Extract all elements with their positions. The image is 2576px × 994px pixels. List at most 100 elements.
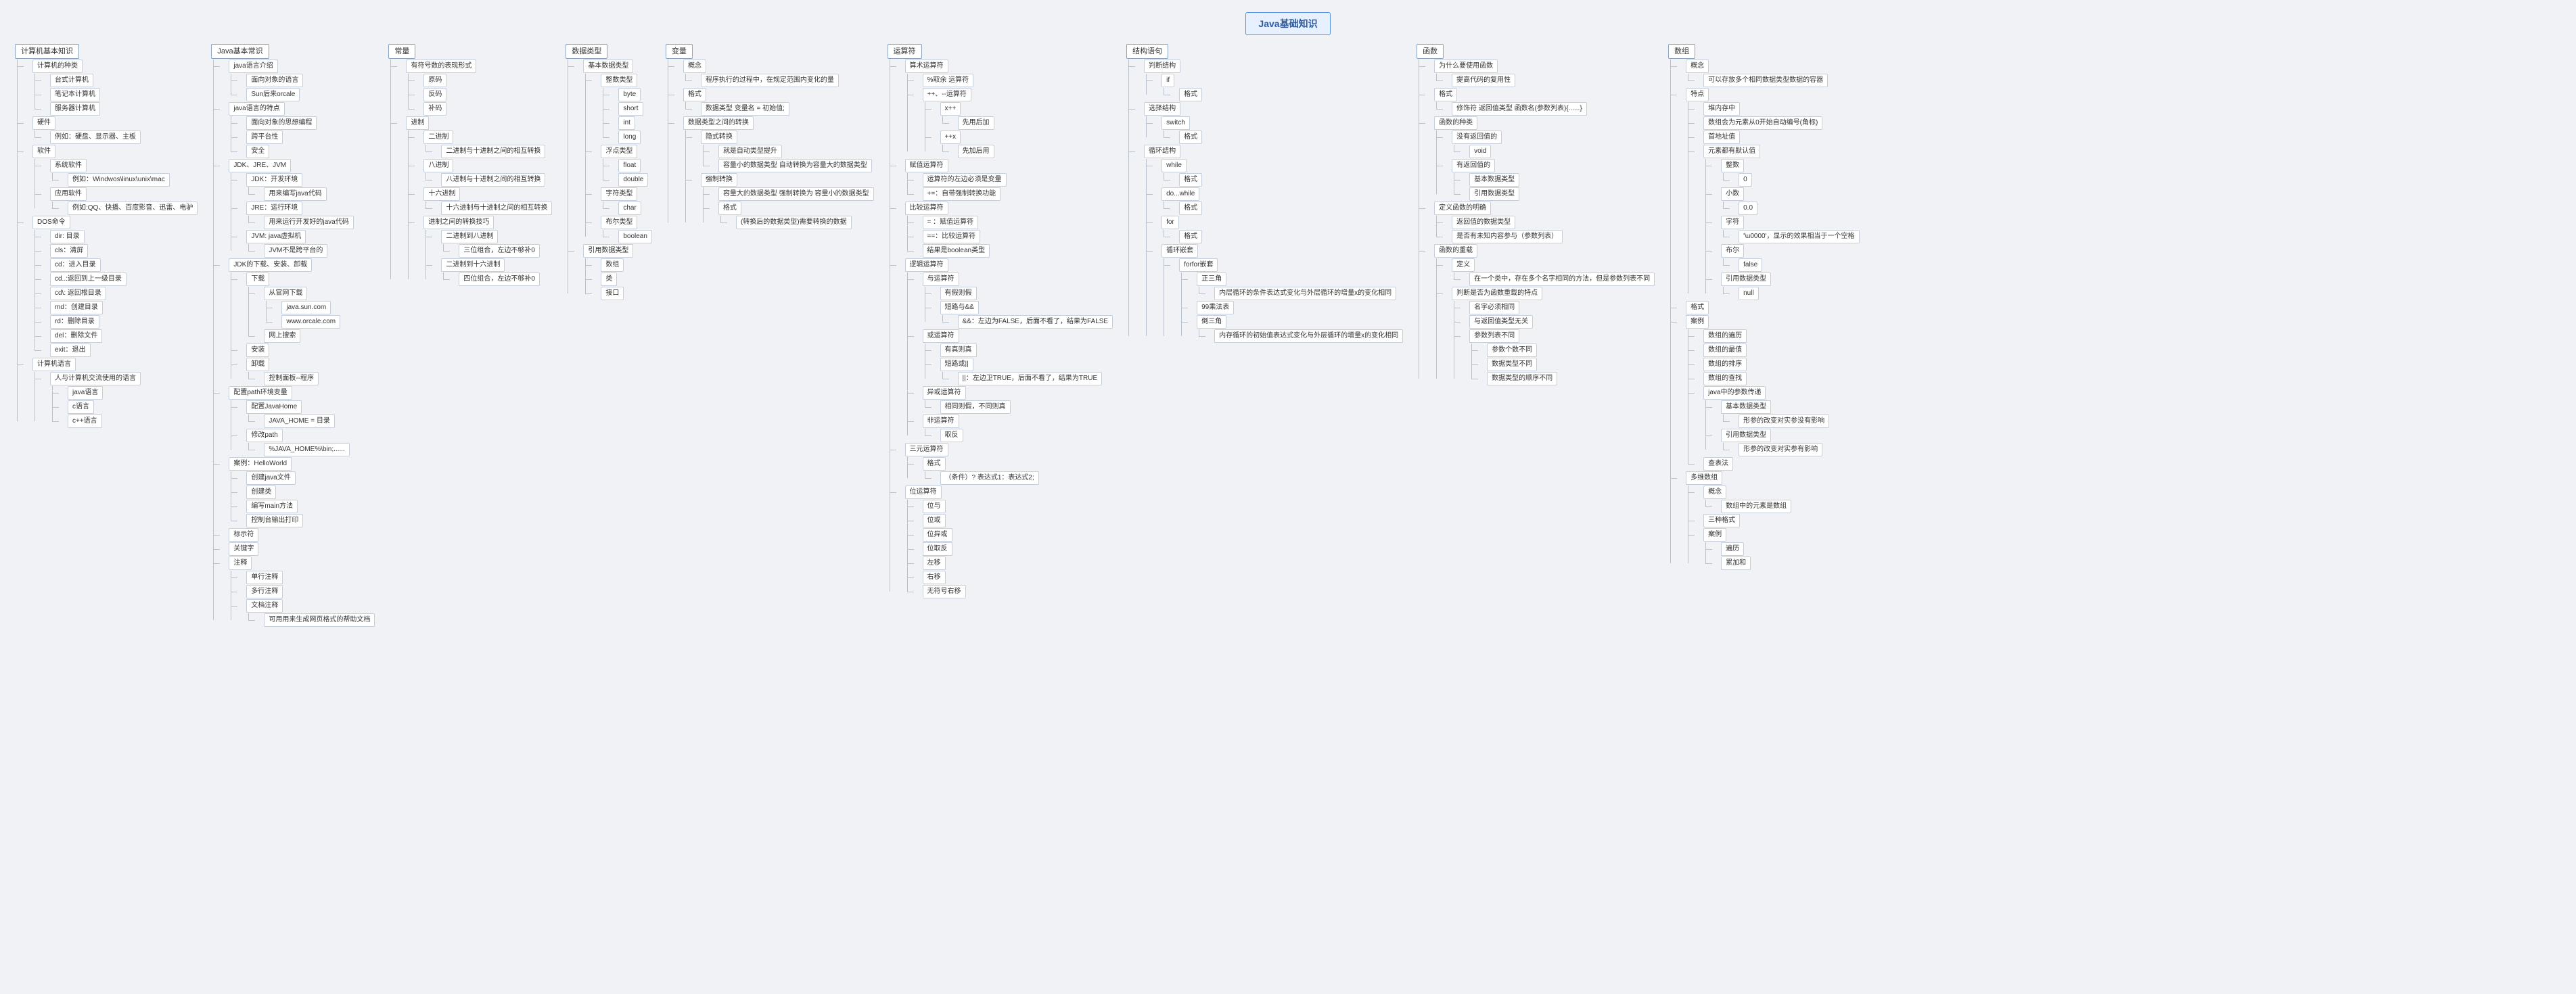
branch-column: 数组概念 可以存放多个相同数据类型数据的容器特点堆内存中数组会为元素从0开始自动编… bbox=[1660, 43, 1859, 571]
tree-node: 名字必须相同 bbox=[1469, 301, 1519, 314]
tree-node: del：删除文件 bbox=[50, 329, 102, 343]
tree-node: 类 bbox=[601, 273, 617, 286]
tree-node: JDK的下载、安装、卸载 bbox=[229, 258, 312, 272]
tree-node: java语言 bbox=[68, 386, 103, 400]
tree-node: 无符号右移 bbox=[923, 585, 966, 598]
tree-node: 形参的改变对实参没有影响 bbox=[1739, 415, 1829, 428]
tree-node: 数据类型 bbox=[566, 44, 607, 59]
tree-node: 格式 bbox=[1179, 88, 1202, 101]
tree-node: JDK：开发环境 bbox=[246, 173, 302, 187]
tree-node: 十六进制与十进制之间的相互转换 bbox=[441, 202, 552, 215]
tree-node: 运算符 bbox=[888, 44, 922, 59]
tree-node: 二进制 bbox=[423, 131, 453, 144]
tree-node: 格式 bbox=[1179, 173, 1202, 187]
tree-node: 常量 bbox=[388, 44, 415, 59]
tree-node: 特点 bbox=[1686, 88, 1709, 101]
tree-node: 配置JavaHome bbox=[246, 400, 302, 414]
tree-node: 引用数据类型 bbox=[1469, 187, 1519, 201]
tree-node: 内层循环的条件表达式变化与外层循环的增量x的变化相同 bbox=[1214, 287, 1396, 300]
tree-node: double bbox=[618, 173, 648, 187]
tree-node: (转换后的数据类型)需要转换的数据 bbox=[736, 216, 852, 229]
branch-column: 计算机基本知识计算机的种类台式计算机笔记本计算机服务器计算机硬件例如：硬盘、显示… bbox=[7, 43, 198, 429]
tree-node: 案例：HelloWorld bbox=[229, 457, 292, 471]
tree-node: 软件 bbox=[32, 145, 55, 158]
tree-node: 内存循环的初始值表达式变化与外层循环的增量x的变化相同 bbox=[1214, 329, 1403, 343]
tree-node: 数组中的元素是数组 bbox=[1721, 500, 1791, 513]
tree-node: c语言 bbox=[68, 400, 94, 414]
tree-node: 位取反 bbox=[923, 542, 952, 556]
tree-node: 没有返回值的 bbox=[1452, 131, 1502, 144]
tree-node: DOS命令 bbox=[32, 216, 70, 229]
tree-node: 三种格式 bbox=[1703, 514, 1740, 527]
tree-node: 程序执行的过程中，在规定范围内变化的量 bbox=[701, 74, 839, 87]
tree-node: 修改path bbox=[246, 429, 282, 442]
tree-node: while bbox=[1162, 159, 1187, 172]
tree-node: 基本数据类型 bbox=[1721, 400, 1771, 414]
branch-column: 常量有符号数的表现形式原码反码补码进制二进制二进制与十进制之间的相互转换八进制八… bbox=[380, 43, 552, 287]
tree-node: 面向对象的思想编程 bbox=[246, 116, 317, 130]
tree-node: 八进制 bbox=[423, 159, 453, 172]
tree-node: ++、--运算符 bbox=[923, 88, 971, 101]
tree-node: 十六进制 bbox=[423, 187, 460, 201]
tree-node: 位异或 bbox=[923, 528, 952, 542]
tree-node: 字符类型 bbox=[601, 187, 637, 201]
tree-node: cd..:返回到上一级目录 bbox=[50, 273, 127, 286]
tree-node: cls：清屏 bbox=[50, 244, 88, 258]
tree-node: 修饰符 返回值类型 函数名(参数列表){......} bbox=[1452, 102, 1587, 116]
tree-node: 浮点类型 bbox=[601, 145, 637, 158]
tree-node: 元素都有默认值 bbox=[1703, 145, 1760, 158]
tree-node: 就是自动类型提升 bbox=[718, 145, 782, 158]
tree-node: 函数 bbox=[1417, 44, 1444, 59]
tree-node: %取余 运算符 bbox=[923, 74, 974, 87]
tree-node: 取反 bbox=[940, 429, 963, 442]
tree-node: 容量大的数据类型 强制转换为 容量小的数据类型 bbox=[718, 187, 874, 201]
tree-node: 左移 bbox=[923, 557, 946, 570]
tree-node: 选择结构 bbox=[1144, 102, 1180, 116]
tree-node: 文档注释 bbox=[246, 599, 283, 613]
tree-node: cd\: 返回根目录 bbox=[50, 287, 106, 300]
tree-node: 相同则假，不同则真 bbox=[940, 400, 1011, 414]
tree-node: java语言的特点 bbox=[229, 102, 284, 116]
tree-node: 例如：Windwos\linux\unix\mac bbox=[68, 173, 170, 187]
tree-node: +=：自带强制转换功能 bbox=[923, 187, 1001, 201]
tree-node: 可以存放多个相同数据类型数据的容器 bbox=[1703, 74, 1828, 87]
tree-node: 0.0 bbox=[1739, 202, 1757, 215]
tree-node: 格式 bbox=[1179, 230, 1202, 243]
tree-node: 短路与&& bbox=[940, 301, 979, 314]
tree-node: 99乘法表 bbox=[1197, 301, 1234, 314]
tree-node: 进制 bbox=[406, 116, 429, 130]
tree-node: 布尔 bbox=[1721, 244, 1744, 258]
tree-node: dir: 目录 bbox=[50, 230, 85, 243]
tree-node: 概念 bbox=[1703, 486, 1726, 499]
tree-node: short bbox=[618, 102, 643, 116]
tree-node: float bbox=[618, 159, 641, 172]
tree-node: 隐式转换 bbox=[701, 131, 737, 144]
tree-node: 控制台输出打印 bbox=[246, 514, 303, 527]
tree-node: 基本数据类型 bbox=[1469, 173, 1519, 187]
tree-node: 结果是boolean类型 bbox=[923, 244, 990, 258]
tree-node: 循环嵌套 bbox=[1162, 244, 1198, 258]
tree-node: 格式 bbox=[1179, 131, 1202, 144]
tree-node: JAVA_HOME = 目录 bbox=[264, 415, 334, 428]
tree-node: 人与计算机交流使用的语言 bbox=[50, 372, 141, 385]
tree-node: 数组的最值 bbox=[1703, 344, 1747, 357]
tree-node: 数组 bbox=[1668, 44, 1695, 59]
tree-node: if bbox=[1162, 74, 1174, 87]
tree-node: void bbox=[1469, 145, 1491, 158]
tree-node: 二进制到八进制 bbox=[441, 230, 498, 243]
tree-node: 面向对象的语言 bbox=[246, 74, 303, 87]
tree-node: 异或运算符 bbox=[923, 386, 966, 400]
tree-node: 提高代码的复用性 bbox=[1452, 74, 1515, 87]
tree-node: Java基本常识 bbox=[211, 44, 269, 59]
tree-node: 补码 bbox=[423, 102, 446, 116]
tree-node: 逻辑运算符 bbox=[905, 258, 948, 272]
branch-column: 数据类型基本数据类型整数类型byteshortintlong浮点类型floatd… bbox=[557, 43, 652, 301]
tree-node: 数组会为元素从0开始自动编号(角标) bbox=[1703, 116, 1822, 130]
tree-node: 堆内存中 bbox=[1703, 102, 1740, 116]
tree-node: 定义函数的明确 bbox=[1434, 202, 1491, 215]
tree-node: boolean bbox=[618, 230, 652, 243]
tree-node: 用来运行开发好的java代码 bbox=[264, 216, 353, 229]
tree-node: 跨平台性 bbox=[246, 131, 283, 144]
branch-column: 运算符算术运算符%取余 运算符++、--运算符x++先用后加++x先加后用赋值运… bbox=[879, 43, 1113, 599]
tree-node: md：创建目录 bbox=[50, 301, 103, 314]
